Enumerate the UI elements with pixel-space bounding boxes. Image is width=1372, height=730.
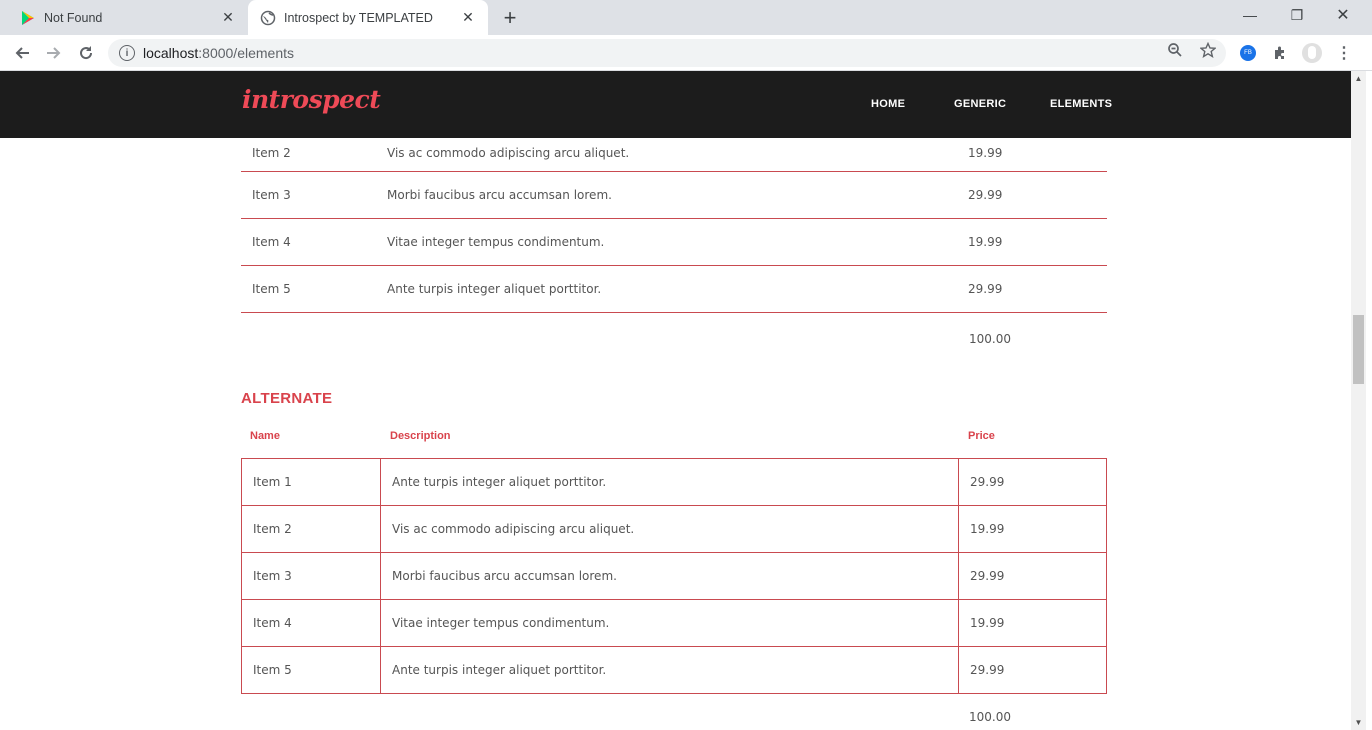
- cell-description: Vis ac commodo adipiscing arcu aliquet.: [380, 505, 959, 553]
- scrollbar-thumb[interactable]: [1353, 315, 1364, 384]
- table-row: Item 4 Vitae integer tempus condimentum.…: [241, 218, 1107, 266]
- cell-name: Item 2: [241, 135, 376, 172]
- cell-price: 19.99: [957, 135, 1107, 172]
- cell-name: Item 3: [241, 171, 376, 219]
- alternate-table: Item 1 Ante turpis integer aliquet portt…: [241, 458, 1107, 694]
- scroll-down-icon[interactable]: ▼: [1351, 715, 1366, 730]
- arrow-right-icon: [47, 47, 61, 59]
- nav-link-elements[interactable]: ELEMENTS: [1050, 98, 1112, 110]
- table-total: 100.00: [969, 710, 1011, 724]
- cell-price: 29.99: [958, 458, 1107, 506]
- cell-name: Item 5: [241, 265, 376, 313]
- table-row: Item 4 Vitae integer tempus condimentum.…: [241, 599, 1107, 647]
- header-description: Description: [390, 430, 451, 442]
- globe-icon: [260, 10, 276, 26]
- bookmark-star-icon[interactable]: [1199, 41, 1217, 59]
- tab-title: Introspect by TEMPLATED: [284, 10, 433, 25]
- scroll-up-icon[interactable]: ▲: [1351, 71, 1366, 86]
- cell-price: 29.99: [957, 265, 1107, 313]
- forward-button[interactable]: [40, 39, 68, 67]
- site-header: introspect HOME GENERIC ELEMENTS: [0, 71, 1351, 138]
- table-total: 100.00: [969, 332, 1011, 346]
- reload-button[interactable]: [72, 39, 100, 67]
- address-bar[interactable]: i localhost:8000/elements: [108, 39, 1226, 67]
- play-store-icon: [20, 10, 36, 26]
- page-scrollbar[interactable]: ▲ ▼: [1351, 71, 1366, 730]
- site-logo[interactable]: introspect: [242, 85, 381, 114]
- tab-strip: Not Found ✕ Introspect by TEMPLATED ✕ + …: [0, 0, 1372, 35]
- tab-introspect[interactable]: Introspect by TEMPLATED ✕: [248, 0, 488, 35]
- extensions-puzzle-icon[interactable]: [1270, 43, 1290, 63]
- cell-description: Ante turpis integer aliquet porttitor.: [380, 646, 959, 694]
- cell-price: 29.99: [958, 552, 1107, 600]
- extension-fb-icon[interactable]: FB: [1238, 43, 1258, 63]
- table-row: Item 5 Ante turpis integer aliquet portt…: [241, 646, 1107, 694]
- cell-description: Morbi faucibus arcu accumsan lorem.: [380, 552, 959, 600]
- cell-description: Ante turpis integer aliquet porttitor.: [376, 265, 957, 313]
- nav-link-home[interactable]: HOME: [871, 98, 905, 110]
- arrow-left-icon: [15, 47, 29, 59]
- table-row: Item 3 Morbi faucibus arcu accumsan lore…: [241, 171, 1107, 219]
- close-window-button[interactable]: ✕: [1320, 0, 1366, 30]
- cell-name: Item 5: [241, 646, 381, 694]
- tab-title: Not Found: [44, 10, 103, 25]
- cell-price: 19.99: [958, 505, 1107, 553]
- cell-price: 19.99: [958, 599, 1107, 647]
- header-price: Price: [968, 430, 995, 442]
- table-row: Item 2 Vis ac commodo adipiscing arcu al…: [241, 505, 1107, 553]
- cell-description: Vis ac commodo adipiscing arcu aliquet.: [376, 135, 957, 172]
- cell-name: Item 4: [241, 599, 381, 647]
- table-row: Item 2 Vis ac commodo adipiscing arcu al…: [241, 135, 1107, 172]
- info-icon[interactable]: i: [119, 45, 135, 61]
- cell-price: 29.99: [957, 171, 1107, 219]
- new-tab-button[interactable]: +: [497, 5, 523, 31]
- cell-name: Item 3: [241, 552, 381, 600]
- table-row: Item 1 Ante turpis integer aliquet portt…: [241, 458, 1107, 506]
- table-header: Name Description Price: [241, 430, 1107, 448]
- table-row: Item 3 Morbi faucibus arcu accumsan lore…: [241, 552, 1107, 600]
- cell-name: Item 1: [241, 458, 381, 506]
- browser-menu-icon[interactable]: ⋮: [1334, 43, 1354, 63]
- table-row: Item 5 Ante turpis integer aliquet portt…: [241, 265, 1107, 313]
- close-icon[interactable]: ✕: [216, 6, 240, 30]
- cell-name: Item 4: [241, 218, 376, 266]
- section-title-alternate: ALTERNATE: [241, 390, 333, 407]
- minimize-button[interactable]: —: [1227, 0, 1273, 30]
- reload-icon: [80, 46, 93, 60]
- nav-link-generic[interactable]: GENERIC: [954, 98, 1006, 110]
- cell-name: Item 2: [241, 505, 381, 553]
- cell-description: Ante turpis integer aliquet porttitor.: [380, 458, 959, 506]
- cell-description: Vitae integer tempus condimentum.: [376, 218, 957, 266]
- cell-price: 29.99: [958, 646, 1107, 694]
- header-name: Name: [250, 430, 280, 442]
- back-button[interactable]: [8, 39, 36, 67]
- zoom-icon[interactable]: [1166, 41, 1184, 59]
- restore-button[interactable]: ❐: [1274, 0, 1320, 30]
- cell-price: 19.99: [957, 218, 1107, 266]
- tab-not-found[interactable]: Not Found ✕: [8, 0, 248, 35]
- profile-avatar-icon[interactable]: [1302, 43, 1322, 63]
- default-table: Item 2 Vis ac commodo adipiscing arcu al…: [241, 135, 1107, 313]
- page-viewport: Item 2 Vis ac commodo adipiscing arcu al…: [0, 71, 1351, 730]
- cell-description: Morbi faucibus arcu accumsan lorem.: [376, 171, 957, 219]
- close-icon[interactable]: ✕: [456, 6, 480, 30]
- url-text: localhost:8000/elements: [143, 45, 294, 61]
- cell-description: Vitae integer tempus condimentum.: [380, 599, 959, 647]
- browser-toolbar: i localhost:8000/elements FB ⋮: [0, 35, 1372, 71]
